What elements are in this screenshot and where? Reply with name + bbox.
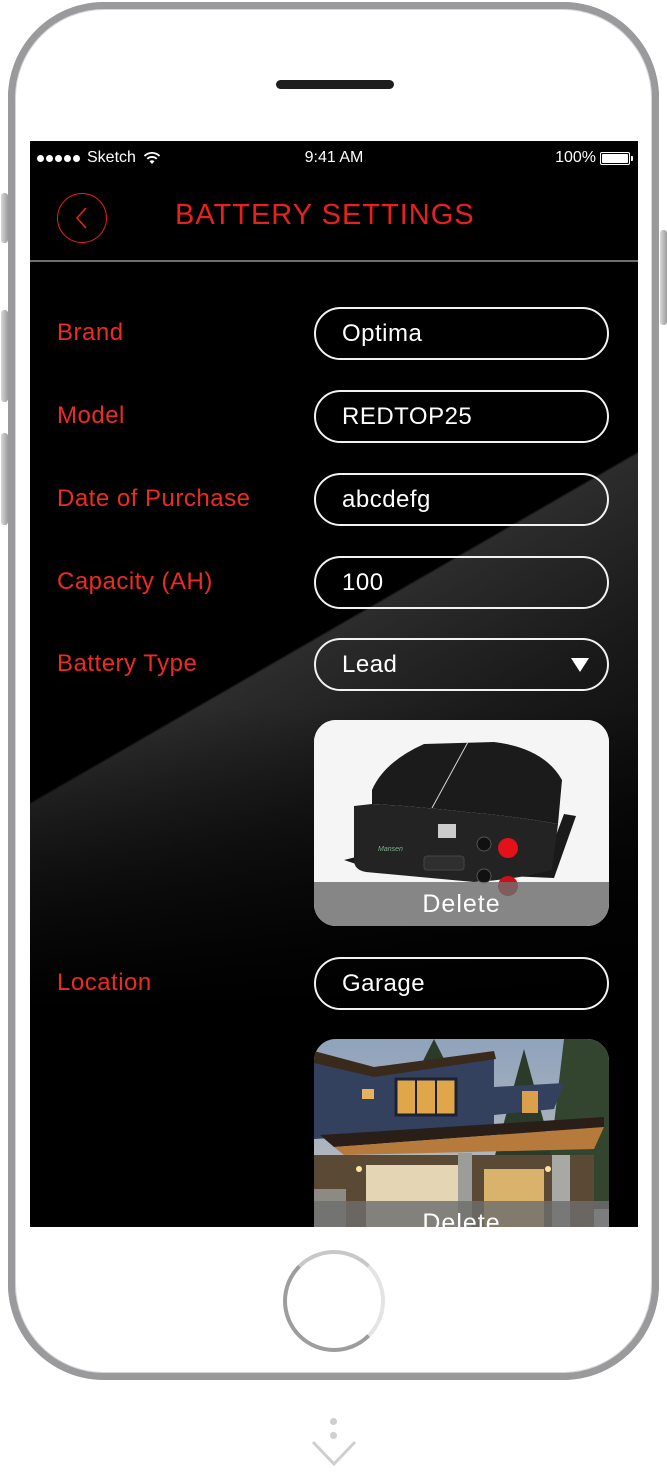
capacity-input[interactable] — [314, 556, 609, 609]
location-label: Location — [57, 969, 152, 996]
volume-up-button — [1, 310, 8, 402]
capacity-label: Capacity (AH) — [57, 568, 213, 595]
svg-text:Mansen: Mansen — [378, 846, 403, 853]
mute-switch — [1, 193, 8, 243]
volume-down-button — [1, 433, 8, 525]
page-title: BATTERY SETTINGS — [175, 199, 475, 231]
location-photo-card: Delete — [314, 1039, 609, 1227]
back-button[interactable] — [57, 193, 107, 243]
battery-type-row: Battery Type Lead — [30, 638, 638, 691]
house-garage-photo — [314, 1039, 609, 1227]
location-input[interactable] — [314, 957, 609, 1010]
status-bar: Sketch 9:41 AM 100% — [30, 141, 638, 177]
delete-battery-photo-button[interactable]: Delete — [314, 882, 609, 926]
scroll-down-icon — [310, 1418, 358, 1467]
model-input[interactable] — [314, 390, 609, 443]
header-divider — [30, 260, 638, 262]
capacity-row: Capacity (AH) — [30, 556, 638, 609]
delete-location-photo-button[interactable]: Delete — [314, 1201, 609, 1227]
app-screen: Sketch 9:41 AM 100% BATTERY SETTINGS Bra… — [30, 141, 638, 1227]
date-of-purchase-input[interactable] — [314, 473, 609, 526]
battery-type-value: Lead — [342, 650, 398, 678]
brand-label: Brand — [57, 319, 124, 346]
home-button[interactable] — [283, 1250, 385, 1352]
caret-down-icon — [571, 657, 589, 672]
chevron-left-icon — [75, 207, 87, 229]
date-of-purchase-row: Date of Purchase — [30, 473, 638, 526]
location-row: Location — [30, 957, 638, 1010]
date-of-purchase-label: Date of Purchase — [57, 485, 251, 512]
power-button — [660, 230, 667, 325]
model-row: Model — [30, 390, 638, 443]
brand-input[interactable] — [314, 307, 609, 360]
status-time: 9:41 AM — [304, 149, 364, 166]
battery-percent: 100% — [555, 149, 596, 166]
battery-type-label: Battery Type — [57, 650, 198, 677]
battery-photo-card: Mansen Delete — [314, 720, 609, 926]
battery-icon — [600, 151, 633, 165]
battery-type-select[interactable]: Lead — [314, 638, 609, 691]
earpiece-speaker — [276, 80, 394, 89]
model-label: Model — [57, 402, 125, 429]
navigation-bar: BATTERY SETTINGS — [30, 177, 638, 261]
brand-row: Brand — [30, 307, 638, 360]
